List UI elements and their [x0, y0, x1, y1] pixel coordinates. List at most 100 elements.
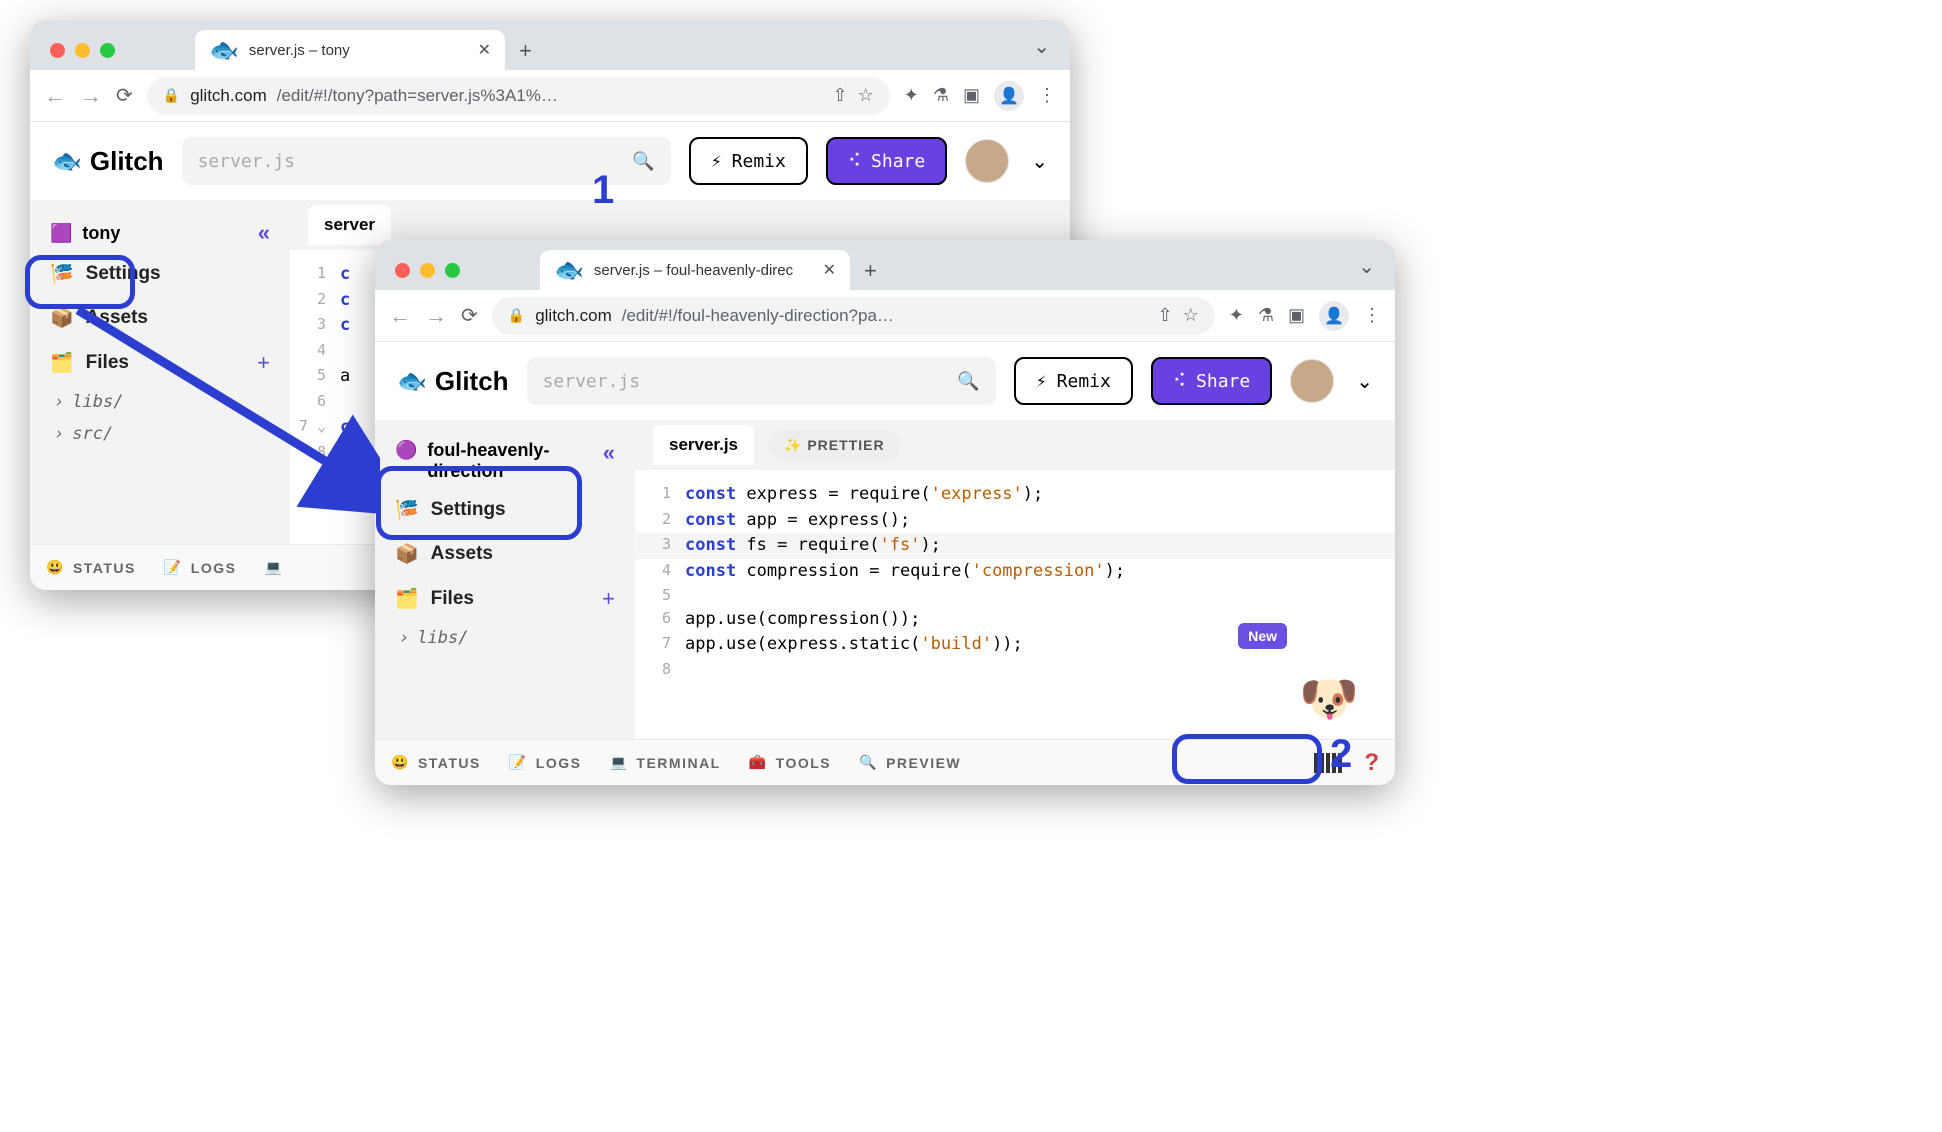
add-file-icon[interactable]: + [257, 350, 270, 376]
sidebar-item-files[interactable]: 🗂️ Files + [42, 340, 278, 386]
sidebar-item-assets[interactable]: 📦 Assets [387, 532, 623, 576]
url-host: glitch.com [535, 306, 612, 326]
footer-status[interactable]: 😃 STATUS [391, 754, 481, 771]
close-tab-icon[interactable]: ✕ [823, 260, 836, 280]
share-button[interactable]: ⠪ Share [1151, 357, 1272, 405]
extensions-icon[interactable]: ✦ [1229, 305, 1244, 326]
star-icon[interactable]: ☆ [858, 85, 874, 106]
labs-icon[interactable]: ⚗ [1258, 305, 1274, 326]
project-name-badge[interactable]: 🟪 tony « [42, 214, 278, 252]
code-line: 4const compression = require('compressio… [635, 559, 1395, 585]
kebab-menu-icon[interactable]: ⋮ [1038, 85, 1056, 106]
footer-label: LOGS [536, 755, 582, 771]
browser-tab[interactable]: 🐟 server.js – tony ✕ [195, 30, 505, 70]
url-path: /edit/#!/foul-heavenly-direction?pa… [622, 306, 894, 326]
forward-button[interactable]: → [80, 83, 102, 109]
favicon-icon: 🐟 [554, 256, 584, 285]
share-url-icon[interactable]: ⇧ [1158, 305, 1173, 326]
share-icon: ⠪ [848, 151, 861, 172]
project-icon: 🟪 [50, 223, 72, 244]
reload-button[interactable]: ⟳ [461, 303, 478, 328]
bolt-icon: ⚡ [1036, 371, 1047, 392]
new-tab-button[interactable]: + [505, 38, 546, 70]
kebab-menu-icon[interactable]: ⋮ [1363, 305, 1381, 326]
project-name-badge[interactable]: 🟣 foul-heavenly-direction « [387, 434, 623, 488]
remix-label: Remix [732, 151, 786, 172]
collapse-sidebar-icon[interactable]: « [258, 220, 270, 246]
maximize-window-icon[interactable] [100, 43, 115, 58]
profile-avatar-icon[interactable]: 👤 [994, 81, 1024, 111]
footer-terminal-partial[interactable]: 💻 [264, 559, 283, 576]
sidebar-item-assets[interactable]: 📦 Assets [42, 296, 278, 340]
browser-tab[interactable]: 🐟 server.js – foul-heavenly-direc ✕ [540, 250, 850, 290]
folder-src[interactable]: › src/ [42, 418, 278, 450]
sidebar-item-settings[interactable]: 🎏 Settings [42, 252, 278, 296]
forward-button[interactable]: → [425, 303, 447, 329]
address-bar[interactable]: 🔒 glitch.com/edit/#!/tony?path=server.js… [147, 77, 890, 115]
back-button[interactable]: ← [44, 83, 66, 109]
user-menu-caret-icon[interactable]: ⌄ [1352, 369, 1373, 394]
share-button[interactable]: ⠪ Share [826, 137, 947, 185]
new-tab-button[interactable]: + [850, 258, 891, 290]
remix-button[interactable]: ⚡ Remix [689, 137, 808, 185]
search-input[interactable]: server.js 🔍 [527, 357, 996, 405]
chevron-right-icon: › [399, 628, 409, 648]
user-menu-caret-icon[interactable]: ⌄ [1027, 149, 1048, 174]
close-tab-icon[interactable]: ✕ [478, 40, 491, 60]
extensions-icon[interactable]: ✦ [904, 85, 919, 106]
search-placeholder: server.js [543, 371, 641, 392]
footer-tools[interactable]: 🧰 TOOLS [749, 754, 831, 771]
footer-preview[interactable]: 🔍 PREVIEW [859, 754, 961, 771]
help-button[interactable]: ? [1364, 749, 1379, 777]
glitch-logo-icon: 🐟 [397, 367, 427, 396]
sidebar-item-settings[interactable]: 🎏 Settings [387, 488, 623, 532]
sidepanel-icon[interactable]: ▣ [963, 85, 980, 106]
minimize-window-icon[interactable] [420, 263, 435, 278]
footer-logs[interactable]: 📝 LOGS [509, 754, 582, 771]
tools-icon: 🧰 [749, 754, 768, 771]
share-url-icon[interactable]: ⇧ [833, 85, 848, 106]
reload-button[interactable]: ⟳ [116, 83, 133, 108]
favicon-icon: 🐟 [209, 36, 239, 65]
labs-icon[interactable]: ⚗ [933, 85, 949, 106]
sidebar-item-files[interactable]: 🗂️ Files + [387, 576, 623, 622]
user-avatar[interactable] [1290, 359, 1334, 403]
file-tab[interactable]: server [308, 205, 391, 245]
prettier-button[interactable]: ✨ PRETTIER [768, 429, 901, 462]
user-avatar[interactable] [965, 139, 1009, 183]
footer-terminal[interactable]: 💻 TERMINAL [609, 754, 720, 771]
code-editor[interactable]: 1const express = require('express');2con… [635, 470, 1395, 692]
sidebar-item-label: Settings [431, 499, 506, 521]
profile-avatar-icon[interactable]: 👤 [1319, 301, 1349, 331]
back-button[interactable]: ← [389, 303, 411, 329]
sidepanel-icon[interactable]: ▣ [1288, 305, 1305, 326]
footer-status[interactable]: 😃 STATUS [46, 559, 136, 576]
remix-button[interactable]: ⚡ Remix [1014, 357, 1133, 405]
search-input[interactable]: server.js 🔍 [182, 137, 671, 185]
share-label: Share [1196, 371, 1250, 392]
project-icon: 🟣 [395, 440, 417, 461]
glitch-logo[interactable]: 🐟 Glitch [52, 146, 164, 177]
editor-tabs: server.js ✨ PRETTIER [635, 420, 1395, 470]
footer-logs[interactable]: 📝 LOGS [164, 559, 237, 576]
add-file-icon[interactable]: + [602, 586, 615, 612]
close-window-icon[interactable] [395, 263, 410, 278]
star-icon[interactable]: ☆ [1183, 305, 1199, 326]
tab-list-caret-icon[interactable]: ⌄ [1033, 34, 1050, 59]
editor-area: server.js ✨ PRETTIER 1const express = re… [635, 420, 1395, 739]
glitch-logo[interactable]: 🐟 Glitch [397, 366, 509, 397]
terminal-icon: 💻 [609, 754, 628, 771]
minimize-window-icon[interactable] [75, 43, 90, 58]
file-tab[interactable]: server.js [653, 425, 754, 465]
folder-libs[interactable]: › libs/ [387, 622, 623, 654]
address-bar[interactable]: 🔒 glitch.com/edit/#!/foul-heavenly-direc… [492, 297, 1215, 335]
logs-icon: 📝 [509, 754, 528, 771]
folder-libs[interactable]: › libs/ [42, 386, 278, 418]
mascot-icon[interactable]: 🐶 [1299, 670, 1359, 727]
collapse-sidebar-icon[interactable]: « [603, 440, 615, 466]
tab-list-caret-icon[interactable]: ⌄ [1358, 254, 1375, 279]
maximize-window-icon[interactable] [445, 263, 460, 278]
close-window-icon[interactable] [50, 43, 65, 58]
browser-toolbar: ← → ⟳ 🔒 glitch.com/edit/#!/tony?path=ser… [30, 70, 1070, 122]
piano-icon[interactable] [1314, 753, 1342, 773]
